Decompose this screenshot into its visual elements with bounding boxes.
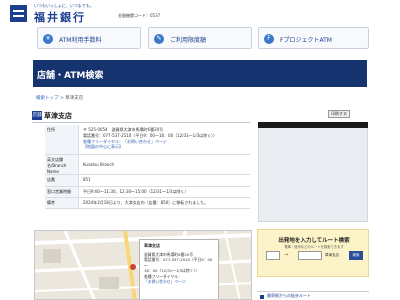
english-name-label-line: Name (47, 168, 59, 174)
print-button[interactable]: 印刷する (328, 110, 350, 118)
center-map-link[interactable]: 【地図の中心に表示】 (83, 144, 248, 150)
route-search-button[interactable]: 検索 (349, 251, 363, 260)
branch-photo-header (258, 122, 368, 128)
bank-logo-mark-icon (10, 5, 27, 22)
breadcrumb-separator: > (59, 96, 64, 101)
address-value: 〒 525-0054 滋賀県大津市馬場町6番20号 電話番号：077-537-2… (81, 125, 250, 152)
popup-phone: 電話番号：077-537-2510（平日9：00～ (144, 257, 213, 268)
bank-code-text: 金融機関コード：0537 (118, 13, 161, 18)
table-row: 英文店舗 名/Branch Name Kusatsu Branch (45, 155, 250, 175)
table-row: 店番 851 (45, 175, 250, 187)
branch-code-value: 851 (83, 177, 91, 182)
route-destination: 草津支店 (325, 253, 339, 257)
branch-photo (258, 122, 368, 222)
route-arrow-icon: → (284, 252, 289, 258)
nearby-station-route-link[interactable]: 最寄駅からの徒歩ルート (257, 291, 369, 300)
route-origin-input[interactable] (298, 251, 322, 260)
breadcrumb: 検索トップ > 草津支店 (36, 95, 83, 101)
hours-label: 窓口営業時間 (45, 187, 79, 197)
branch-map[interactable]: 草津支店 滋賀県大津市馬場町6番20号 電話番号：077-537-2510（平日… (34, 230, 252, 300)
atm-fee-button[interactable]: ¥ ATM利用手数料 (37, 27, 141, 49)
site-header: いつもいっしょに、いつまでも。 福井銀行 金融機関コード：0537 (0, 0, 400, 25)
branch-name: 草津支店 (44, 112, 72, 120)
route-search-panel: 出発地を入力してルート検索 電車・徒歩などのルートを検索できます → 草津支店 … (257, 229, 369, 277)
breadcrumb-home-link[interactable]: 検索トップ (36, 96, 59, 101)
hours-value: 平日9:00～11:30、12:30～15:00（12/31～1/3は除く） (83, 189, 189, 194)
route-mode-select[interactable] (266, 251, 280, 260)
usage-limit-button[interactable]: ✎ ご利用限度額 (148, 27, 252, 49)
route-search-subtitle: 電車・徒歩などのルートを検索できます (284, 245, 344, 249)
note-value: 2024年3月18日より、大津支店内（店番：850）に移転されました。 (83, 200, 209, 205)
table-row: 備考 2024年3月18日より、大津支店内（店番：850）に移転されました。 (45, 198, 250, 209)
address-label: 住所 (45, 125, 79, 154)
title-banner: 店舗・ATM検索 (33, 60, 367, 87)
route-search-title: 出発地を入力してルート検索 (278, 238, 350, 244)
edit-icon: ✎ (154, 34, 164, 44)
top-nav: ¥ ATM利用手数料 ✎ ご利用限度額 F FプロジェクトATM (0, 27, 400, 49)
map-info-popup: 草津支店 滋賀県大津市馬場町6番20号 電話番号：077-537-2510（平日… (139, 239, 219, 299)
f-project-atm-label: FプロジェクトATM (280, 37, 332, 44)
branch-code-label: 店番 (45, 175, 79, 186)
branch-heading: 店舗 草津支店 (32, 110, 250, 122)
atm-fee-label: ATM利用手数料 (59, 37, 102, 44)
nearby-station-route-label: 最寄駅からの徒歩ルート (267, 293, 311, 298)
note-label: 備考 (45, 198, 79, 208)
branch-type-tag: 店舗 (32, 111, 42, 120)
table-row: 住所 〒 525-0054 滋賀県大津市馬場町6番20号 電話番号：077-53… (45, 125, 250, 155)
page-title: 店舗・ATM検索 (37, 71, 104, 81)
bank-name: 福井銀行 (34, 11, 86, 24)
square-bullet-icon (260, 295, 264, 299)
heading-divider (32, 122, 250, 123)
bank-logo[interactable]: いつもいっしょに、いつまでも。 福井銀行 (10, 3, 130, 24)
english-name-value: Kusatsu Branch (83, 162, 115, 167)
usage-limit-label: ご利用限度額 (170, 37, 207, 44)
f-icon: F (264, 34, 274, 44)
atm-icon: ¥ (43, 34, 53, 44)
branch-info-table: 住所 〒 525-0054 滋賀県大津市馬場町6番20号 電話番号：077-53… (45, 125, 250, 209)
popup-contact-link[interactable]: 「お問い合わせ」ページ (144, 279, 214, 285)
table-row: 窓口営業時間 平日9:00～11:30、12:30～15:00（12/31～1/… (45, 187, 250, 198)
english-name-label: 英文店舗 名/Branch Name (45, 155, 79, 174)
breadcrumb-current: 草津支店 (65, 96, 84, 101)
f-project-atm-button[interactable]: F FプロジェクトATM (258, 27, 369, 49)
popup-title: 草津支店 (144, 243, 160, 248)
